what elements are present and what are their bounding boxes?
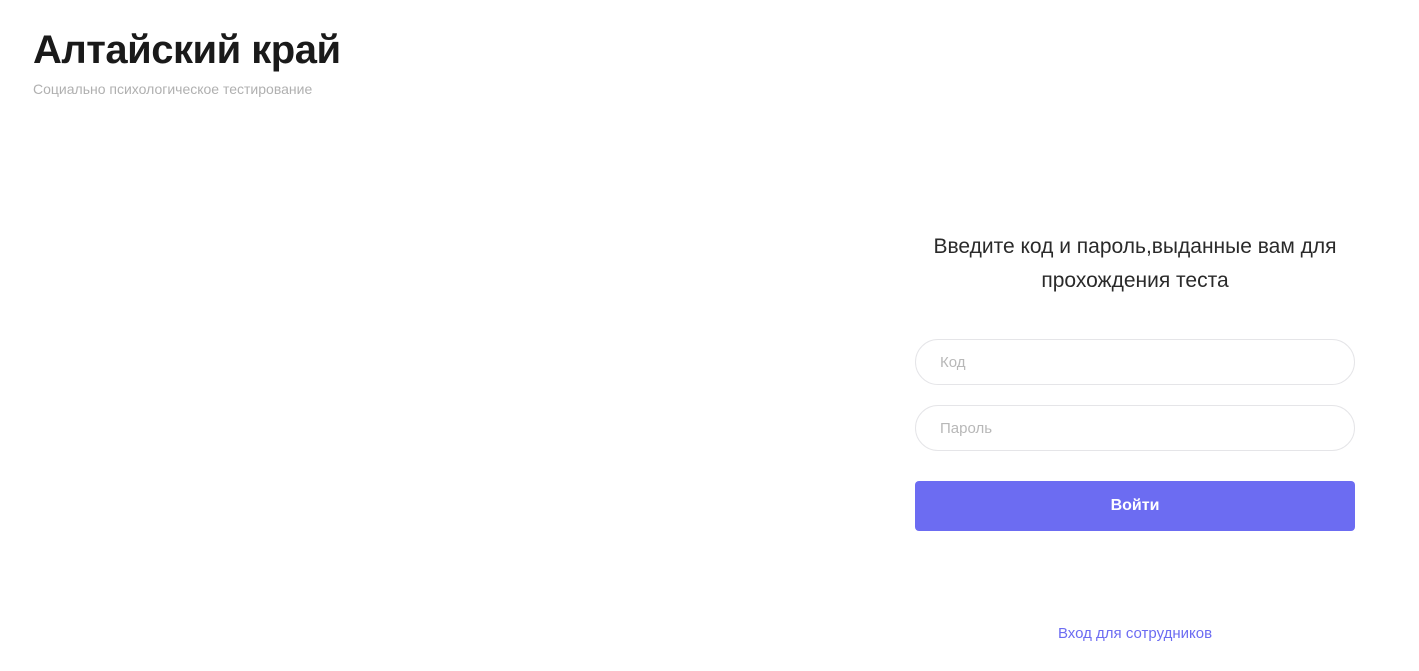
page-header: Алтайский край Социально психологическое… (0, 0, 1419, 97)
staff-login-link-container: Вход для сотрудников (915, 625, 1355, 643)
login-button[interactable]: Войти (915, 481, 1355, 531)
page-subtitle: Социально психологическое тестирование (33, 81, 1419, 97)
staff-login-link[interactable]: Вход для сотрудников (1058, 625, 1212, 642)
code-input[interactable] (915, 339, 1355, 385)
password-input[interactable] (915, 405, 1355, 451)
page-title: Алтайский край (33, 28, 1419, 73)
login-form: Введите код и пароль,выданные вам для пр… (915, 230, 1355, 531)
form-instruction: Введите код и пароль,выданные вам для пр… (915, 230, 1355, 297)
